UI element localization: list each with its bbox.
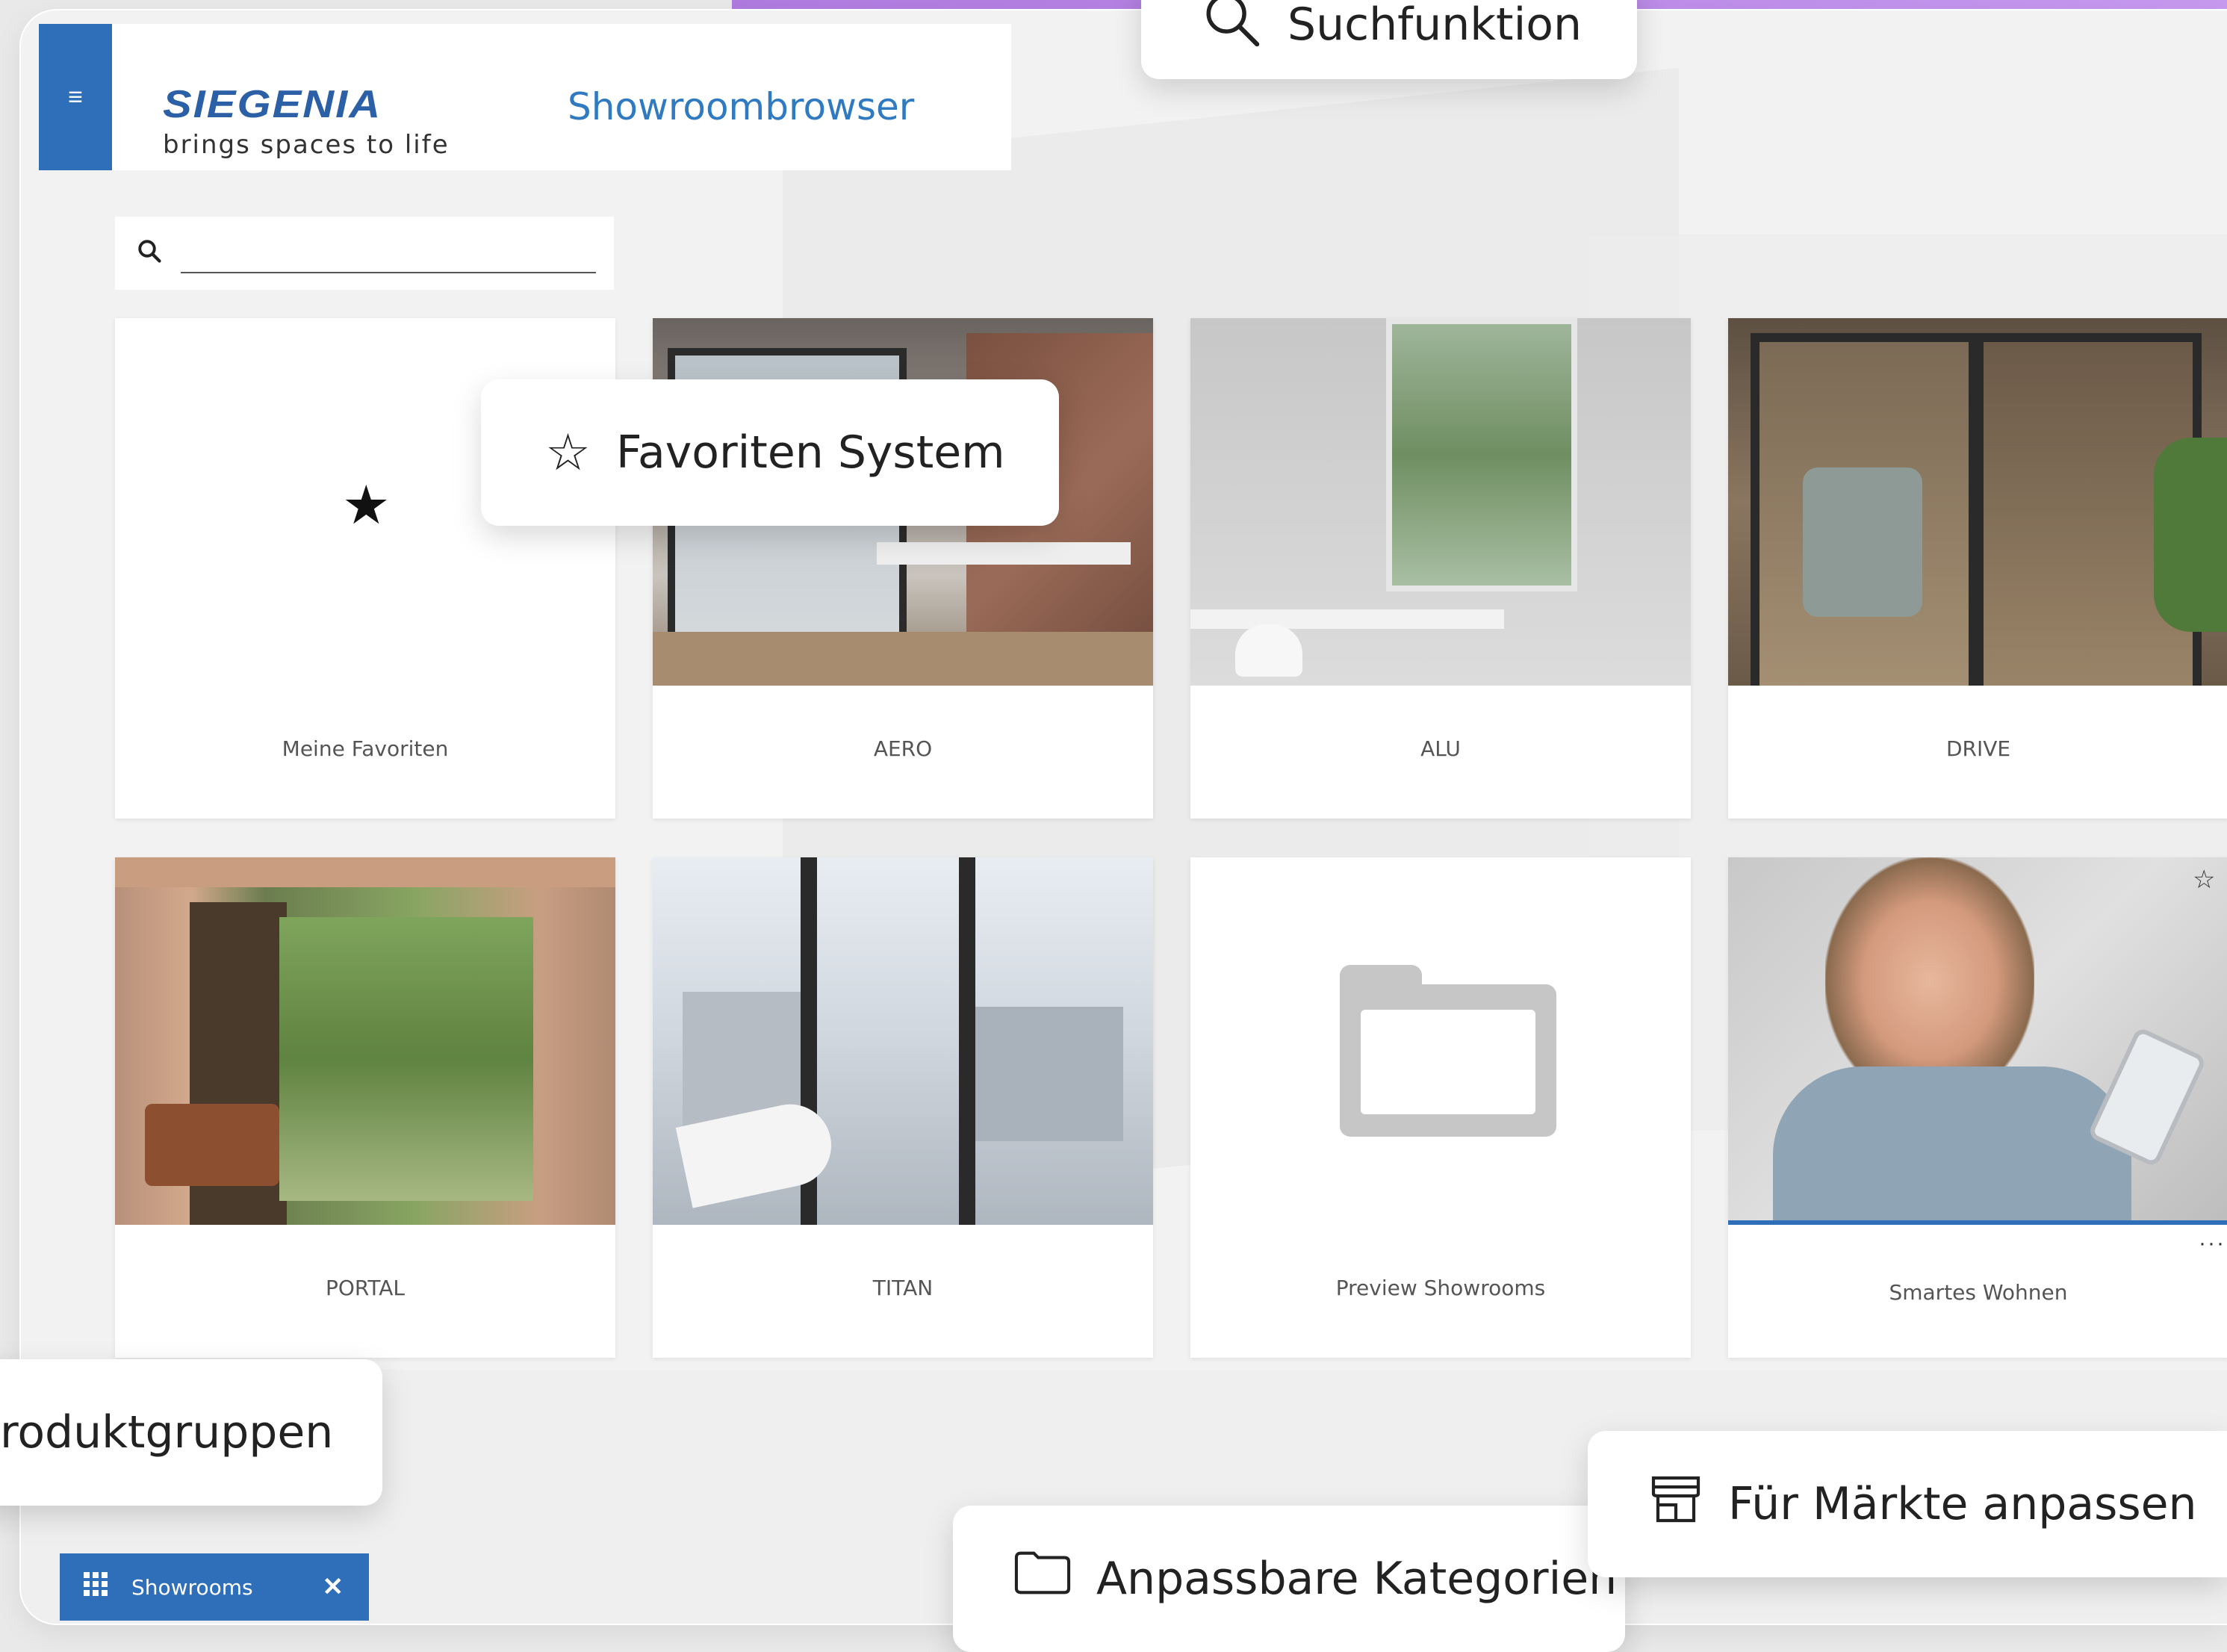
callout-search: Suchfunktion xyxy=(1141,0,1637,79)
brand-logo: SIEGENIA xyxy=(163,82,382,126)
grid-icon xyxy=(84,1572,108,1602)
tile-image xyxy=(653,857,1153,1225)
tile-smartes-wohnen[interactable]: ☆ ··· Smartes Wohnen xyxy=(1728,857,2227,1358)
tile-image xyxy=(1728,857,2227,1225)
tile-titan[interactable]: TITAN xyxy=(653,857,1153,1358)
tile-label: Preview Showrooms xyxy=(1335,1276,1546,1300)
callout-categories: Anpassbare Kategorien xyxy=(953,1506,1625,1652)
search-box xyxy=(115,217,614,290)
callout-markets: Für Märkte anpassen xyxy=(1588,1431,2227,1577)
hamburger-menu-icon: ≡ xyxy=(68,83,83,111)
search-input[interactable] xyxy=(181,237,596,273)
tile-label: DRIVE xyxy=(1945,736,2011,761)
search-icon xyxy=(1201,0,1262,62)
tile-alu[interactable]: ALU xyxy=(1190,318,1691,819)
tab-label: Showrooms xyxy=(131,1574,253,1600)
tile-label: AERO xyxy=(873,736,933,761)
folder-icon xyxy=(1014,1550,1071,1609)
tile-label: ALU xyxy=(1420,736,1461,761)
folder-icon xyxy=(1340,965,1556,1137)
tile-image xyxy=(1190,318,1691,686)
showrooms-tab[interactable]: Showrooms ✕ xyxy=(60,1553,369,1621)
tile-portal[interactable]: PORTAL xyxy=(115,857,615,1358)
tile-image xyxy=(1728,318,2227,686)
store-icon xyxy=(1649,1474,1703,1535)
callout-product-groups: roduktgruppen xyxy=(0,1359,382,1506)
page-title: Showroombrowser xyxy=(568,85,915,128)
more-options-icon[interactable]: ··· xyxy=(2199,1231,2226,1256)
callout-text: Favoriten System xyxy=(615,426,1005,479)
callout-text: Anpassbare Kategorien xyxy=(1096,1553,1618,1605)
callout-text: roduktgruppen xyxy=(0,1406,334,1459)
tile-image xyxy=(1190,857,1691,1225)
menu-button[interactable]: ≡ xyxy=(39,24,112,170)
star-outline-icon: ☆ xyxy=(545,423,591,482)
tile-label: PORTAL xyxy=(325,1276,406,1300)
callout-favorites: ☆ Favoriten System xyxy=(481,379,1059,526)
callout-text: Suchfunktion xyxy=(1288,0,1582,51)
star-filled-icon: ★ xyxy=(342,476,391,535)
tile-label: Meine Favoriten xyxy=(282,736,449,761)
star-outline-icon[interactable]: ☆ xyxy=(2193,865,2215,895)
tile-drive[interactable]: DRIVE xyxy=(1728,318,2227,819)
callout-text: Für Märkte anpassen xyxy=(1728,1478,2197,1530)
search-icon[interactable] xyxy=(136,237,163,272)
tile-preview-showrooms[interactable]: Preview Showrooms xyxy=(1190,857,1691,1358)
tile-label: Smartes Wohnen xyxy=(1889,1280,2068,1305)
tile-image xyxy=(115,857,615,1225)
tile-label: TITAN xyxy=(872,1276,934,1300)
brand-tagline: brings spaces to life xyxy=(163,130,450,160)
close-icon[interactable]: ✕ xyxy=(323,1572,344,1602)
